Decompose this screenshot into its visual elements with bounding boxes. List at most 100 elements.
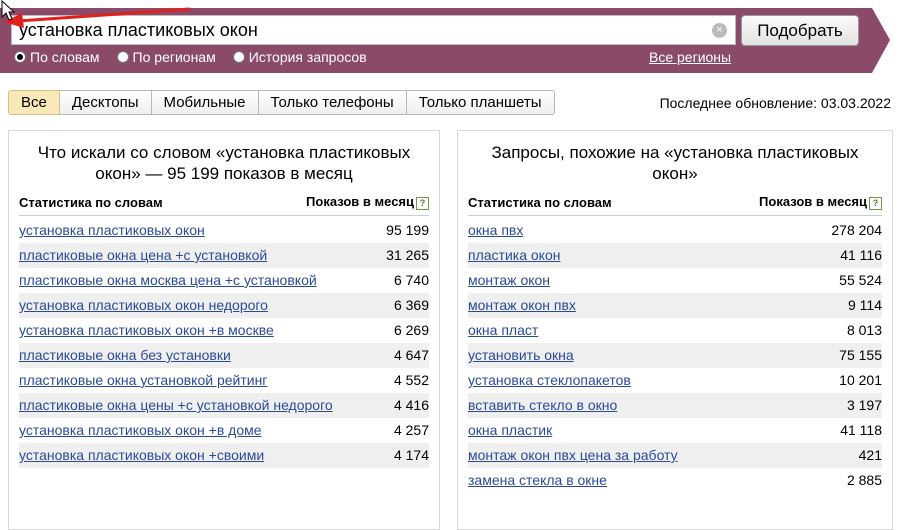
help-icon[interactable]: ?	[869, 196, 882, 210]
impressions-count: 41 116	[840, 247, 882, 263]
tab-tablets-only[interactable]: Только планшеты	[406, 90, 555, 115]
keyword-link[interactable]: монтаж окон пвх	[468, 297, 576, 314]
impressions-count: 278 204	[831, 222, 882, 238]
keyword-link[interactable]: установить окна	[468, 347, 574, 364]
keyword-link[interactable]: пластиковые окна москва цена +с установк…	[19, 272, 317, 289]
table-row: пластиковые окна без установки 4 647	[19, 343, 429, 368]
radio-by-regions[interactable]: По регионам	[116, 49, 216, 65]
table-row: установить окна 75 155	[468, 343, 882, 368]
table-row: окна пласт 8 013	[468, 318, 882, 343]
clear-icon[interactable]: ×	[712, 23, 727, 38]
keyword-link[interactable]: окна пвх	[468, 222, 523, 239]
right-similar-panel: Запросы, похожие на «установка пластиков…	[457, 130, 893, 530]
table-row: окна пвх 278 204	[468, 218, 882, 243]
keyword-link[interactable]: пластиковые окна цены +с установкой недо…	[19, 397, 333, 414]
table-row: установка стеклопакетов 10 201	[468, 368, 882, 393]
red-arrow-annotation	[4, 7, 191, 28]
last-update-text: Последнее обновление: 03.03.2022	[659, 95, 891, 111]
keyword-link[interactable]: установка пластиковых окон недорого	[19, 297, 268, 314]
impressions-count: 31 265	[386, 247, 429, 263]
mouse-cursor-icon	[1, 0, 16, 21]
impressions-count: 4 416	[393, 397, 429, 413]
impressions-count: 10 201	[839, 372, 882, 388]
all-regions-link[interactable]: Все регионы	[649, 49, 731, 65]
table-row: установка пластиковых окон 95 199	[19, 218, 429, 243]
keyword-link[interactable]: установка пластиковых окон +в москве	[19, 322, 274, 339]
impressions-count: 41 118	[840, 422, 882, 438]
panel-title: Что искали со словом «установка пластико…	[37, 143, 411, 183]
table-row: установка пластиковых окон +в москве 6 26…	[19, 318, 429, 343]
table-row: монтаж окон пвх 9 114	[468, 293, 882, 318]
radio-label: По словам	[30, 49, 100, 65]
table-row: монтаж окон пвх цена за работу 421	[468, 443, 882, 468]
panel-title: Запросы, похожие на «установка пластиков…	[491, 143, 859, 183]
keyword-link[interactable]: вставить стекло в окно	[468, 397, 617, 414]
impressions-count: 95 199	[386, 222, 429, 238]
keyword-link[interactable]: монтаж окон	[468, 272, 550, 289]
tab-desktops[interactable]: Десктопы	[59, 90, 152, 115]
radio-label: По регионам	[132, 49, 216, 65]
table-header: Статистика по словам Показов в месяц?	[19, 192, 429, 216]
keyword-link[interactable]: окна пласт	[468, 322, 538, 339]
impressions-count: 4 257	[393, 422, 429, 438]
table-row: установка пластиковых окон недорого 6 369	[19, 293, 429, 318]
radio-query-history[interactable]: История запросов	[232, 49, 367, 65]
impressions-count: 421	[858, 447, 882, 463]
column-header: Показов в месяц?	[759, 194, 882, 210]
impressions-count: 4 647	[393, 347, 429, 363]
table-row: установка пластиковых окон +в доме 4 257	[19, 418, 429, 443]
pick-button[interactable]: Подобрать	[741, 15, 859, 46]
keyword-link[interactable]: пластиковые окна установкой рейтинг	[19, 372, 267, 389]
column-header: Показов в месяц?	[306, 194, 429, 210]
radio-dot-icon[interactable]	[14, 51, 26, 63]
keyword-link[interactable]: установка пластиковых окон +своими	[19, 447, 264, 464]
impressions-count: 6 740	[393, 272, 429, 288]
keyword-link[interactable]: монтаж окон пвх цена за работу	[468, 447, 678, 464]
left-rows: установка пластиковых окон 95 199 пластико…	[19, 218, 429, 468]
impressions-count: 4 174	[393, 447, 429, 463]
impressions-count: 8 013	[846, 322, 882, 338]
table-row: окна пластик 41 118	[468, 418, 882, 443]
device-filter-tabs: Все Десктопы Мобильные Только телефоны Т…	[8, 90, 555, 115]
keyword-link[interactable]: окна пластик	[468, 422, 552, 439]
keyword-link[interactable]: пластиковые окна без установки	[19, 347, 231, 364]
radio-by-words[interactable]: По словам	[14, 49, 100, 65]
table-row: монтаж окон 55 524	[468, 268, 882, 293]
keyword-link[interactable]: пластиковые окна цена +с установкой	[19, 247, 267, 264]
impressions-count: 6 369	[393, 297, 429, 313]
impressions-count: 55 524	[839, 272, 882, 288]
radio-dot-icon[interactable]	[232, 51, 245, 63]
help-icon[interactable]: ?	[416, 196, 429, 210]
search-banner: установка пластиковых окон × Подобрать П…	[0, 0, 900, 75]
table-row: замена стекла в окне 2 885	[468, 468, 882, 493]
table-row: пластиковые окна москва цена +с установк…	[19, 268, 429, 293]
keyword-link[interactable]: замена стекла в окне	[468, 472, 607, 489]
keyword-link[interactable]: установка пластиковых окон +в доме	[19, 422, 262, 439]
table-header: Статистика по словам Показов в месяц?	[468, 192, 882, 216]
table-row: вставить стекло в окно 3 197	[468, 393, 882, 418]
column-header: Статистика по словам	[19, 194, 163, 210]
tab-mobile[interactable]: Мобильные	[151, 90, 259, 115]
impressions-count: 2 885	[846, 472, 882, 488]
table-row: установка пластиковых окон +своими 4 174	[19, 443, 429, 468]
keyword-link[interactable]: установка стеклопакетов	[468, 372, 631, 389]
table-row: пластиковые окна цена +с установкой 31 26…	[19, 243, 429, 268]
impressions-count: 75 155	[839, 347, 882, 363]
search-mode-radios: По словам По регионам История запросов	[14, 49, 384, 65]
left-stats-panel: Что искали со словом «установка пластико…	[8, 130, 440, 530]
impressions-count: 9 114	[848, 297, 882, 313]
table-row: пластиковые окна цены +с установкой недо…	[19, 393, 429, 418]
table-row: пластика окон 41 116	[468, 243, 882, 268]
impressions-count: 6 269	[393, 322, 429, 338]
tab-all[interactable]: Все	[8, 90, 60, 115]
tab-phones-only[interactable]: Только телефоны	[258, 90, 407, 115]
keyword-link[interactable]: пластика окон	[468, 247, 560, 264]
keyword-link[interactable]: установка пластиковых окон	[19, 222, 205, 239]
radio-dot-icon[interactable]	[116, 51, 129, 63]
column-header: Статистика по словам	[468, 194, 612, 210]
right-rows: окна пвх 278 204 пластика окон 41 116 монтаж…	[468, 218, 882, 493]
impressions-count: 4 552	[393, 372, 429, 388]
impressions-count: 3 197	[846, 397, 882, 413]
radio-label: История запросов	[248, 49, 367, 65]
table-row: пластиковые окна установкой рейтинг 4 552	[19, 368, 429, 393]
